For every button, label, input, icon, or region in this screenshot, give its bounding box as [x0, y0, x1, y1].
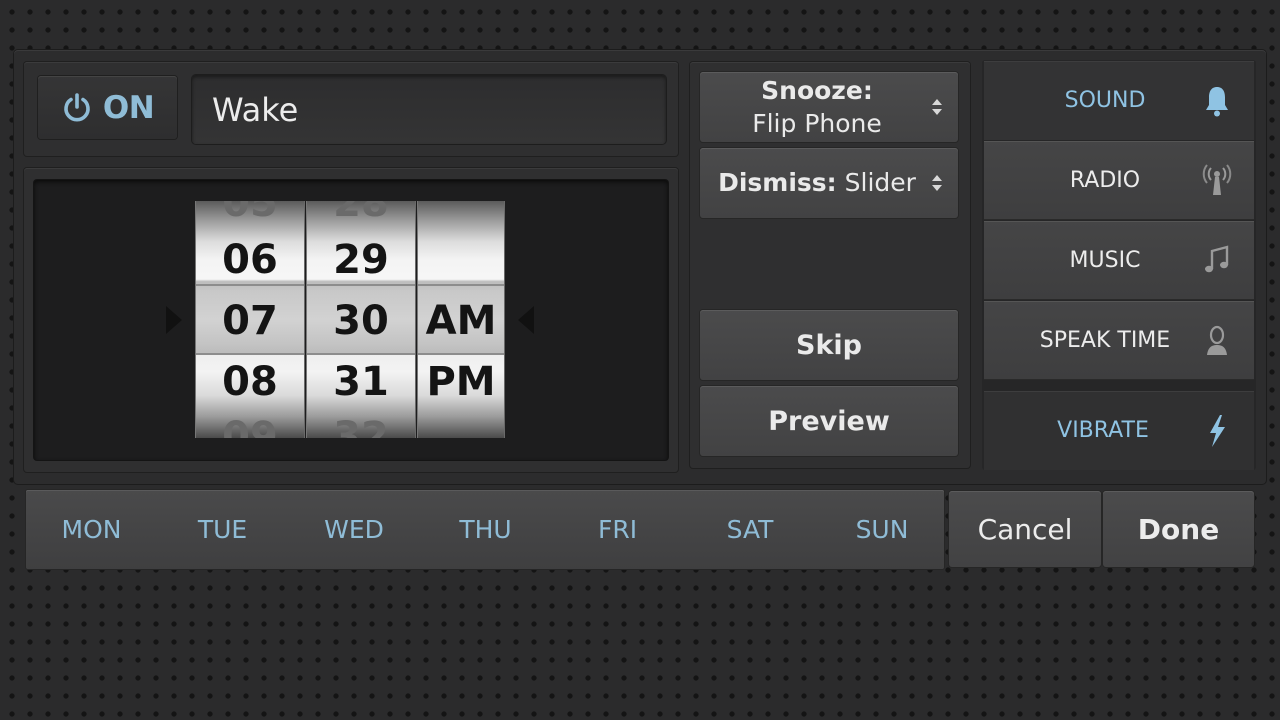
minute-option: 31: [333, 359, 389, 405]
music-note-icon: [1205, 245, 1229, 273]
preview-button[interactable]: Preview: [700, 386, 958, 456]
wheel-divider: [307, 284, 415, 286]
wheel-divider: [418, 353, 504, 355]
power-icon: [64, 92, 90, 121]
speaking-person-icon: [1207, 325, 1227, 355]
snooze-select[interactable]: Snooze: Flip Phone: [700, 72, 958, 142]
snooze-value: Flip Phone: [752, 109, 882, 138]
wheel-divider: [196, 353, 304, 355]
hour-option: 06: [222, 237, 278, 283]
vibrate-toggle[interactable]: VIBRATE: [984, 391, 1254, 470]
day-tue[interactable]: TUE: [157, 490, 288, 569]
bell-icon: [1206, 86, 1228, 116]
wheel-divider: [418, 284, 504, 286]
picker-left-arrow-icon: [166, 306, 182, 334]
dismiss-value: Slider: [844, 168, 916, 197]
sound-option-label: SPEAK TIME: [1039, 327, 1171, 353]
alarm-name-input[interactable]: [192, 75, 666, 144]
hour-option: 09: [222, 414, 278, 438]
hour-wheel[interactable]: 05 06 07 08 09: [195, 201, 305, 438]
skip-button[interactable]: Skip: [700, 310, 958, 380]
sound-option-speak-time[interactable]: SPEAK TIME: [984, 301, 1254, 380]
done-button[interactable]: Done: [1103, 491, 1254, 567]
minute-wheel[interactable]: 28 29 30 31 32: [306, 201, 416, 438]
sound-option-sound[interactable]: SOUND: [984, 61, 1254, 140]
vibrate-label: VIBRATE: [1057, 418, 1149, 443]
sound-option-label: MUSIC: [1069, 247, 1141, 273]
wheel-divider: [196, 284, 304, 286]
dismiss-select[interactable]: Dismiss: Slider: [700, 148, 958, 218]
dismiss-label: Dismiss:: [718, 168, 837, 197]
picker-right-arrow-icon: [518, 306, 534, 334]
hour-selected: 07: [222, 298, 278, 344]
ampm-option: PM: [426, 359, 496, 405]
sound-option-label: SOUND: [1064, 88, 1146, 113]
wheel-divider: [307, 353, 415, 355]
radio-antenna-icon: [1202, 164, 1232, 195]
snooze-label: Snooze:: [761, 76, 873, 105]
alarm-on-label: ON: [102, 89, 155, 126]
ampm-wheel[interactable]: AM PM: [417, 201, 505, 438]
cancel-button[interactable]: Cancel: [949, 491, 1101, 567]
sound-option-music[interactable]: MUSIC: [984, 221, 1254, 300]
spinner-arrows-icon: [932, 99, 942, 115]
minute-option: 28: [333, 201, 389, 226]
day-sun[interactable]: SUN: [816, 490, 948, 569]
day-wed[interactable]: WED: [288, 490, 420, 569]
lightning-bolt-icon: [1210, 414, 1225, 447]
day-fri[interactable]: FRI: [551, 490, 684, 569]
day-mon[interactable]: MON: [26, 490, 157, 569]
hour-option: 08: [222, 359, 278, 405]
hour-option: 05: [222, 201, 278, 226]
minute-option: 29: [333, 237, 389, 283]
spinner-arrows-icon: [932, 175, 942, 191]
day-thu[interactable]: THU: [420, 490, 551, 569]
day-sat[interactable]: SAT: [684, 490, 816, 569]
alarm-on-toggle[interactable]: ON: [38, 76, 177, 139]
ampm-selected: AM: [425, 298, 497, 344]
sound-option-label: RADIO: [1069, 167, 1141, 193]
minute-option: 32: [333, 414, 389, 438]
sound-option-radio[interactable]: RADIO: [984, 141, 1254, 220]
minute-selected: 30: [333, 298, 389, 344]
